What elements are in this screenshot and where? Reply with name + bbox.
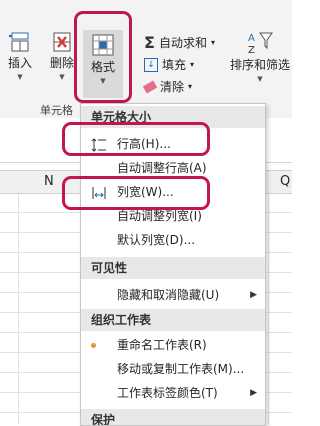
eraser-icon <box>142 80 158 93</box>
delete-cells-icon <box>53 32 71 52</box>
format-button[interactable]: 格式 ▼ <box>83 30 123 98</box>
sigma-icon: Σ <box>144 33 155 52</box>
chevron-down-icon: ▼ <box>100 77 106 85</box>
format-label: 格式 <box>90 60 115 74</box>
submenu-arrow-icon: ▶ <box>250 290 257 300</box>
svg-text:Z: Z <box>248 45 255 56</box>
row-height-icon <box>91 138 106 152</box>
menu-item-tab-color[interactable]: 工作表标签颜色(T) ▶ <box>81 381 265 405</box>
insert-label: 插入 <box>7 56 32 70</box>
clear-button[interactable]: 清除 ▾ <box>142 78 193 95</box>
format-dropdown-menu: 单元格大小 行高(H)... 自动调整行高(A) 列宽(W)... 自动调整列宽… <box>80 103 266 426</box>
grid-column-line <box>268 192 269 424</box>
section-organize-sheets: 组织工作表 <box>81 309 265 331</box>
menu-item-default-width[interactable]: 默认列宽(D)... <box>81 228 265 252</box>
clear-label: 清除 <box>160 80 185 94</box>
autosum-label: 自动求和 <box>158 36 207 50</box>
sort-filter-button[interactable]: A Z 排序和筛选 ▼ <box>230 30 290 83</box>
autofit-column-width-label: 自动调整列宽(I) <box>117 209 202 223</box>
menu-item-autofit-row-height[interactable]: 自动调整行高(A) <box>81 156 265 180</box>
bullet-icon <box>91 343 96 348</box>
chevron-down-icon: ▼ <box>17 73 23 81</box>
menu-item-autofit-column-width[interactable]: 自动调整列宽(I) <box>81 204 265 228</box>
grid-column-line <box>18 192 19 424</box>
menu-item-column-width[interactable]: 列宽(W)... <box>81 180 265 204</box>
move-copy-sheet-label: 移动或复制工作表(M)... <box>117 362 245 376</box>
chevron-down-icon: ▾ <box>190 60 195 69</box>
insert-cells-icon <box>9 32 29 52</box>
section-visibility: 可见性 <box>81 257 265 279</box>
chevron-down-icon: ▾ <box>188 82 193 91</box>
column-width-label: 列宽(W)... <box>117 185 174 199</box>
column-width-icon <box>92 187 106 199</box>
format-cells-icon <box>92 34 114 56</box>
section-protection: 保护 <box>81 409 265 425</box>
delete-cells-button[interactable]: 删除 ▼ <box>44 30 80 81</box>
chevron-down-icon: ▾ <box>210 38 215 47</box>
delete-label: 删除 <box>49 56 74 70</box>
menu-item-rename-sheet[interactable]: 重命名工作表(R) <box>81 333 265 357</box>
tab-color-label: 工作表标签颜色(T) <box>117 386 218 400</box>
autosum-button[interactable]: Σ 自动求和 ▾ <box>144 33 215 52</box>
svg-text:A: A <box>248 33 255 44</box>
hide-unhide-label: 隐藏和取消隐藏(U) <box>117 288 220 302</box>
menu-item-hide-unhide[interactable]: 隐藏和取消隐藏(U) ▶ <box>81 283 265 307</box>
column-header-q[interactable]: Q <box>280 174 290 189</box>
menu-item-row-height[interactable]: 行高(H)... <box>81 132 265 156</box>
submenu-arrow-icon: ▶ <box>250 388 257 398</box>
sort-filter-icon: A Z <box>248 32 273 56</box>
column-header-n[interactable]: N <box>44 174 54 189</box>
chevron-down-icon: ▼ <box>59 73 65 81</box>
fill-label: 填充 <box>162 58 187 72</box>
cells-group-label: 单元格 <box>40 104 73 117</box>
fill-down-icon: ↓ <box>144 57 158 72</box>
chevron-down-icon: ▼ <box>257 75 263 83</box>
rename-sheet-label: 重命名工作表(R) <box>117 338 207 352</box>
section-cell-size: 单元格大小 <box>81 106 265 128</box>
menu-item-move-copy-sheet[interactable]: 移动或复制工作表(M)... <box>81 357 265 381</box>
insert-cells-button[interactable]: 插入 ▼ <box>2 30 38 81</box>
row-height-label: 行高(H)... <box>117 137 171 151</box>
autofit-row-height-label: 自动调整行高(A) <box>117 161 207 175</box>
sort-filter-label: 排序和筛选 <box>230 58 291 72</box>
default-width-label: 默认列宽(D)... <box>117 233 196 247</box>
fill-button[interactable]: ↓ 填充 ▾ <box>144 56 194 73</box>
